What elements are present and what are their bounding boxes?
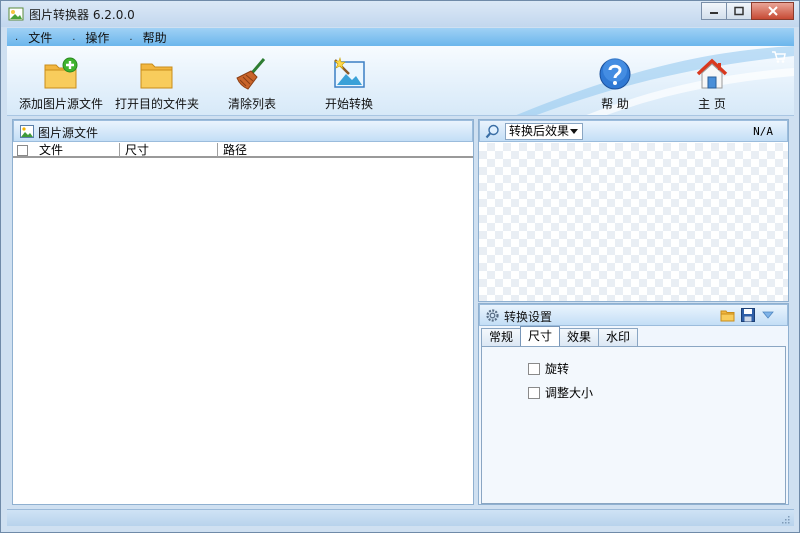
home-label: 主 页 xyxy=(698,97,726,111)
chevron-down-icon xyxy=(570,129,578,134)
source-files-title: 图片源文件 xyxy=(38,126,99,140)
close-icon xyxy=(767,6,778,16)
cart-icon[interactable] xyxy=(772,51,786,63)
chevron-down-icon[interactable] xyxy=(761,308,775,322)
start-convert-button[interactable]: 开始转换 xyxy=(304,52,394,112)
minimize-button[interactable] xyxy=(701,2,727,20)
tab-size[interactable]: 尺寸 xyxy=(520,326,561,346)
help-button[interactable]: 帮 助 xyxy=(570,52,660,112)
column-path[interactable]: 路径 xyxy=(219,143,247,157)
help-label: 帮 助 xyxy=(601,97,629,111)
title-bar[interactable]: 图片转换器 6.2.0.0 xyxy=(1,1,799,27)
home-icon xyxy=(696,58,728,89)
rotate-option[interactable]: 旋转 xyxy=(528,360,569,377)
resize-checkbox[interactable] xyxy=(528,386,540,399)
add-folder-icon xyxy=(44,57,78,89)
rotate-checkbox[interactable] xyxy=(528,362,540,375)
preview-canvas xyxy=(479,143,788,301)
file-list-header: 文件 尺寸 路径 xyxy=(13,143,473,158)
maximize-button[interactable] xyxy=(726,2,752,20)
file-list[interactable] xyxy=(13,160,473,504)
preview-mode-select[interactable]: 转换后效果 xyxy=(505,123,583,140)
resize-grip-icon[interactable] xyxy=(780,514,790,524)
column-file[interactable]: 文件 xyxy=(35,143,63,157)
clear-list-label: 清除列表 xyxy=(227,97,276,111)
menu-operate[interactable]: . 操作 xyxy=(72,29,109,46)
add-source-button[interactable]: 添加图片源文件 xyxy=(16,52,106,112)
window-controls xyxy=(701,2,794,21)
tab-watermark[interactable]: 水印 xyxy=(598,328,639,346)
toolbar: 添加图片源文件 打开目的文件夹 清除列表 开始转换 帮 助 主 页 xyxy=(7,46,794,116)
size-tab-content: 旋转 调整大小 xyxy=(481,346,786,504)
clear-list-button[interactable]: 清除列表 xyxy=(207,52,297,112)
folder-icon xyxy=(140,63,173,89)
select-all-checkbox[interactable] xyxy=(17,145,28,156)
start-convert-label: 开始转换 xyxy=(324,97,373,111)
minimize-icon xyxy=(710,12,718,14)
settings-title: 转换设置 xyxy=(504,310,553,324)
preview-header: 转换后效果 N/A xyxy=(479,120,788,142)
maximize-icon xyxy=(734,6,744,16)
settings-panel: 转换设置 常规 尺寸 效果 水印 旋转 调整大小 xyxy=(478,303,789,505)
convert-image-icon xyxy=(334,56,365,88)
settings-tabs: 常规 尺寸 效果 水印 xyxy=(481,326,639,347)
broom-icon xyxy=(236,58,266,90)
settings-toolbar xyxy=(720,308,775,322)
tab-general[interactable]: 常规 xyxy=(481,328,522,346)
gear-icon xyxy=(486,309,499,322)
open-folder-icon[interactable] xyxy=(720,308,735,322)
menu-bar: . 文件 . 操作 . 帮助 xyxy=(7,28,794,46)
close-button[interactable] xyxy=(751,2,794,20)
resize-option[interactable]: 调整大小 xyxy=(528,384,593,401)
settings-header: 转换设置 xyxy=(479,304,788,326)
open-folder-button[interactable]: 打开目的文件夹 xyxy=(112,52,202,112)
image-icon xyxy=(20,125,34,138)
size-readout: N/A xyxy=(753,125,773,138)
column-size[interactable]: 尺寸 xyxy=(121,143,149,157)
status-bar xyxy=(7,509,794,526)
home-button[interactable]: 主 页 xyxy=(667,52,757,112)
window-title: 图片转换器 6.2.0.0 xyxy=(29,8,135,22)
help-icon xyxy=(599,58,631,90)
open-folder-label: 打开目的文件夹 xyxy=(114,97,199,111)
menu-help[interactable]: . 帮助 xyxy=(129,29,166,46)
tab-effects[interactable]: 效果 xyxy=(559,328,600,346)
add-source-label: 添加图片源文件 xyxy=(18,97,103,111)
save-icon[interactable] xyxy=(741,308,755,322)
resize-label: 调整大小 xyxy=(545,386,594,400)
app-icon xyxy=(8,7,24,21)
rotate-label: 旋转 xyxy=(545,362,570,376)
preview-panel: 转换后效果 N/A xyxy=(478,119,789,302)
magnifier-icon xyxy=(485,124,499,139)
app-window: 图片转换器 6.2.0.0 . 文件 . 操作 . 帮助 添加图片源文件 打开目… xyxy=(0,0,800,533)
source-files-panel: 图片源文件 文件 尺寸 路径 xyxy=(12,119,474,505)
menu-file[interactable]: . 文件 xyxy=(15,29,52,46)
source-files-header: 图片源文件 xyxy=(13,120,473,142)
